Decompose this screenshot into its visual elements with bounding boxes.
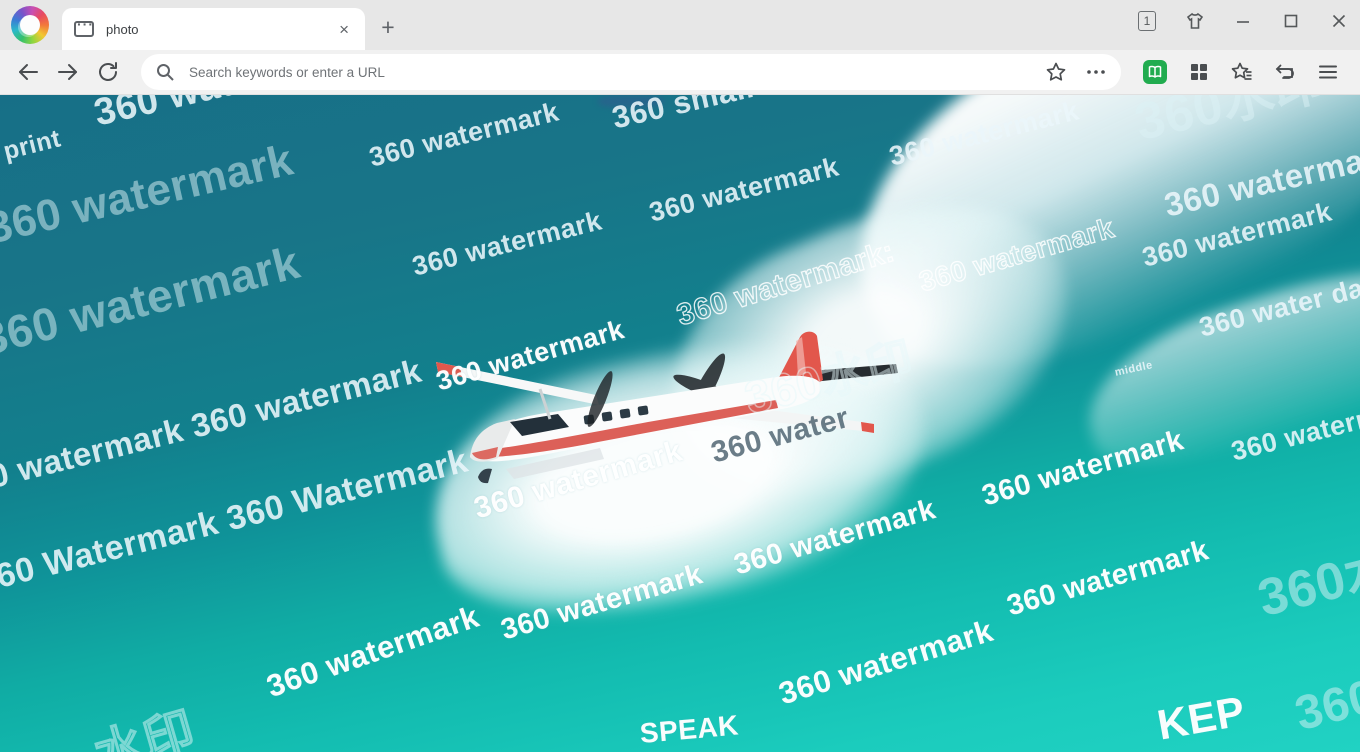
- watermark-text: 360 watermark: [409, 205, 605, 282]
- watermark-text: 360 watermark: [886, 95, 1082, 172]
- watermark-text: 360 watermark: [646, 151, 842, 228]
- watermark-text: 360 watermark: [366, 96, 562, 173]
- watermark-text: 360 watermark: [730, 493, 939, 582]
- back-icon[interactable]: [16, 60, 40, 84]
- watermark-text: 360水: [1249, 524, 1360, 631]
- watermark-text: KEP: [1154, 687, 1249, 750]
- skin-tshirt-icon[interactable]: [1186, 12, 1204, 30]
- watermark-text: 360 watermark: [775, 613, 998, 712]
- bookmark-star-icon[interactable]: [1045, 61, 1067, 83]
- apps-grid-icon[interactable]: [1188, 61, 1210, 83]
- minimize-icon[interactable]: [1234, 12, 1252, 30]
- tab-favicon-icon: [74, 21, 94, 37]
- maximize-icon[interactable]: [1282, 12, 1300, 30]
- more-options-icon[interactable]: [1085, 61, 1107, 83]
- search-icon: [155, 62, 175, 82]
- watermark-text: 360 watermark: [262, 599, 484, 705]
- close-window-icon[interactable]: [1330, 12, 1348, 30]
- forward-icon[interactable]: [56, 60, 80, 84]
- watermark-text: 360 small니: [607, 95, 786, 137]
- watermark-text: 360 watermark: [497, 558, 706, 647]
- menu-icon[interactable]: [1317, 61, 1339, 83]
- watermark-text: print: [0, 124, 63, 166]
- watermark-text: 360 watermark: [978, 424, 1187, 513]
- watermark-text: 360 watermark: [470, 434, 686, 526]
- reading-mode-icon[interactable]: [1143, 60, 1167, 84]
- tab-title: photo: [106, 22, 335, 37]
- search-input[interactable]: [189, 65, 1045, 80]
- watermark-text: 360 watermark: [433, 314, 628, 397]
- tab-photo[interactable]: photo ×: [62, 8, 365, 50]
- window-controls: 1: [1138, 8, 1348, 34]
- tab-close-icon[interactable]: ×: [335, 19, 353, 40]
- watermark-text: 360 watermark:: [673, 235, 899, 333]
- reload-icon[interactable]: [96, 60, 120, 84]
- watermark-text: 水印: [85, 691, 202, 752]
- title-bar: photo × + 1: [0, 0, 1360, 50]
- window-count-badge[interactable]: 1: [1138, 11, 1156, 31]
- watermark-layer: print360 water360 small니360水印360 waterma…: [0, 95, 1360, 752]
- navigation-toolbar: [0, 50, 1360, 95]
- watermark-text: 360 watermark: [0, 235, 305, 366]
- photo-viewport: print360 water360 small니360水印360 waterma…: [0, 95, 1360, 752]
- watermark-text: 360 watermark: [1228, 390, 1360, 467]
- watermark-text: 360 water days: [1196, 265, 1360, 343]
- toolbar-right-icons: [1143, 60, 1339, 84]
- watermark-text: 360水: [1287, 645, 1360, 744]
- address-bar[interactable]: [141, 54, 1121, 90]
- watermark-text: 360水印: [1127, 95, 1332, 155]
- watermark-text: 360 watermark: [1003, 534, 1212, 623]
- browser-logo-icon[interactable]: [11, 6, 49, 44]
- restore-tab-icon[interactable]: [1274, 61, 1296, 83]
- watermark-text: 360 watermark: [916, 212, 1118, 298]
- watermark-text: 360 water: [90, 95, 273, 135]
- watermark-text: SPEAK: [639, 709, 740, 750]
- favorites-list-icon[interactable]: [1231, 61, 1253, 83]
- new-tab-button[interactable]: +: [374, 14, 402, 42]
- watermark-text: middle: [1114, 359, 1154, 379]
